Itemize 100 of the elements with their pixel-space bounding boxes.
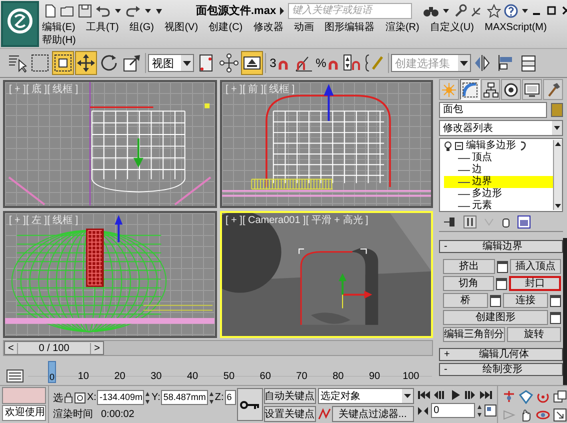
z-coordinate-field[interactable]: 6: [224, 390, 236, 405]
redo-icon[interactable]: [125, 4, 141, 18]
pin-icon[interactable]: [443, 216, 457, 228]
command-button[interactable]: 切角: [443, 276, 494, 291]
go-to-start-icon[interactable]: [416, 390, 431, 400]
wrench-icon[interactable]: [453, 4, 468, 18]
lock-icon[interactable]: [64, 392, 73, 403]
min-max-toggle-icon[interactable]: [553, 408, 567, 422]
rollout-header[interactable]: - 编辑边界: [439, 240, 563, 253]
caret-icon[interactable]: [552, 121, 562, 135]
arrow-up-icon[interactable]: [554, 140, 562, 148]
configure-sets-icon[interactable]: [517, 214, 531, 228]
save-icon[interactable]: [78, 4, 92, 18]
caret-icon[interactable]: [181, 55, 193, 71]
key-button[interactable]: [237, 388, 263, 421]
command-panel-tab[interactable]: [501, 79, 522, 100]
settings-button[interactable]: [490, 294, 501, 306]
rollout-header[interactable]: - 绘制变形: [439, 363, 563, 376]
sub-object-item[interactable]: 多边形: [444, 188, 553, 200]
menu-item[interactable]: 创建(C): [206, 21, 245, 34]
command-button[interactable]: 编辑三角剖分: [443, 327, 505, 342]
go-to-end-icon[interactable]: [478, 390, 493, 400]
tangent-curve-icon[interactable]: [318, 407, 331, 421]
new-file-icon[interactable]: [43, 4, 57, 18]
next-frame-icon[interactable]: [462, 390, 477, 400]
reference-dropdown[interactable]: 视图: [148, 54, 194, 72]
show-end-result-icon[interactable]: [463, 214, 477, 228]
time-slider[interactable]: < 0 / 100 >: [3, 340, 433, 356]
field-of-view-icon[interactable]: [502, 408, 516, 422]
menu-item[interactable]: 帮助(H): [40, 34, 78, 47]
settings-button[interactable]: [496, 260, 508, 272]
current-frame-marker[interactable]: 0: [48, 361, 56, 383]
settings-button[interactable]: [550, 312, 561, 324]
snap-button[interactable]: 3: [268, 51, 292, 75]
arrow-icon[interactable]: [279, 6, 286, 14]
help-icon[interactable]: [504, 4, 518, 18]
menu-item[interactable]: 渲染(R): [383, 21, 422, 34]
sub-object-item[interactable]: 边: [444, 164, 553, 176]
sub-object-item[interactable]: 边界: [444, 176, 553, 188]
previous-frame-icon[interactable]: [432, 390, 447, 400]
key-mode-icon[interactable]: [416, 406, 429, 416]
menu-item[interactable]: 自定义(U): [428, 21, 476, 34]
keyboard-button[interactable]: [241, 51, 263, 75]
menu-item[interactable]: MAXScript(M): [482, 21, 549, 34]
manipulate-button[interactable]: [218, 51, 240, 75]
stack-item[interactable]: 编辑多边形: [466, 140, 516, 152]
collapse-icon[interactable]: [455, 142, 463, 150]
caret-icon[interactable]: [402, 389, 413, 403]
command-panel-tab[interactable]: [460, 79, 480, 100]
command-button[interactable]: 挤出: [443, 259, 494, 274]
panel-scrollbar[interactable]: [563, 238, 567, 385]
key-mode-dropdown[interactable]: 选定对象: [318, 388, 414, 404]
key-filters-button[interactable]: 关键点过滤器...: [332, 406, 414, 422]
current-frame-field[interactable]: 0: [430, 403, 475, 418]
crossing-button[interactable]: [52, 51, 74, 75]
y-coordinate-field[interactable]: 58.487mm: [161, 390, 208, 405]
modifier-list-dropdown[interactable]: 修改器列表: [439, 120, 563, 136]
move-button[interactable]: [75, 51, 97, 75]
arrow-down-icon[interactable]: [554, 202, 562, 210]
caret-icon[interactable]: [114, 6, 122, 14]
app-logo-icon[interactable]: [1, 1, 39, 47]
command-panel-tab[interactable]: [480, 79, 500, 100]
menu-item[interactable]: 图形编辑器: [322, 21, 377, 34]
settings-button[interactable]: [496, 278, 506, 290]
color-swatch[interactable]: [551, 103, 563, 117]
object-name-field[interactable]: 面包: [439, 102, 547, 118]
menu-item[interactable]: 编辑(E): [40, 21, 78, 34]
settings-button[interactable]: [550, 294, 561, 306]
time-slider-thumb[interactable]: < 0 / 100 >: [4, 341, 104, 355]
command-button[interactable]: 桥: [443, 293, 488, 308]
command-button[interactable]: 封口: [508, 276, 561, 291]
command-button[interactable]: 旋转: [507, 327, 561, 342]
menu-item[interactable]: 组(G): [128, 21, 156, 34]
caret-icon[interactable]: [442, 6, 450, 14]
command-panel-tab[interactable]: [522, 79, 542, 100]
command-button[interactable]: 创建图形: [443, 310, 548, 325]
undo-icon[interactable]: [95, 4, 111, 18]
maximize-viewport-icon[interactable]: [553, 390, 567, 404]
command-button[interactable]: 连接: [503, 293, 548, 308]
toggle-icon[interactable]: [519, 141, 527, 151]
caret-icon[interactable]: [458, 55, 470, 71]
menu-item[interactable]: 动画: [292, 21, 316, 34]
light-bulb-icon[interactable]: [444, 141, 452, 151]
rollout-header[interactable]: + 编辑几何体: [439, 348, 563, 361]
maximize-icon[interactable]: [547, 6, 556, 15]
remove-modifier-icon[interactable]: [501, 216, 511, 228]
caret-icon[interactable]: [521, 6, 530, 14]
auto-key-button[interactable]: 自动关键点: [264, 388, 316, 404]
transform-mode-icon[interactable]: [74, 392, 86, 404]
menu-item[interactable]: 视图(V): [162, 21, 200, 34]
viewport[interactable]: [ + ][ Camera001 ][ 平滑 + 高光 ]: [220, 210, 433, 338]
menu-item[interactable]: 修改器: [251, 21, 286, 34]
percent-snap-button[interactable]: %: [316, 51, 340, 75]
star-icon[interactable]: [487, 4, 502, 18]
sub-object-item[interactable]: 顶点: [444, 152, 553, 164]
folder-icon[interactable]: [60, 4, 75, 18]
track-bar[interactable]: 0 10 20 30 40 50 60 70 80 90 100: [28, 359, 432, 383]
menu-item[interactable]: 工具(T): [84, 21, 121, 34]
command-button[interactable]: 插入顶点: [510, 259, 561, 274]
search-field[interactable]: 键入关键字或短语: [288, 2, 412, 18]
